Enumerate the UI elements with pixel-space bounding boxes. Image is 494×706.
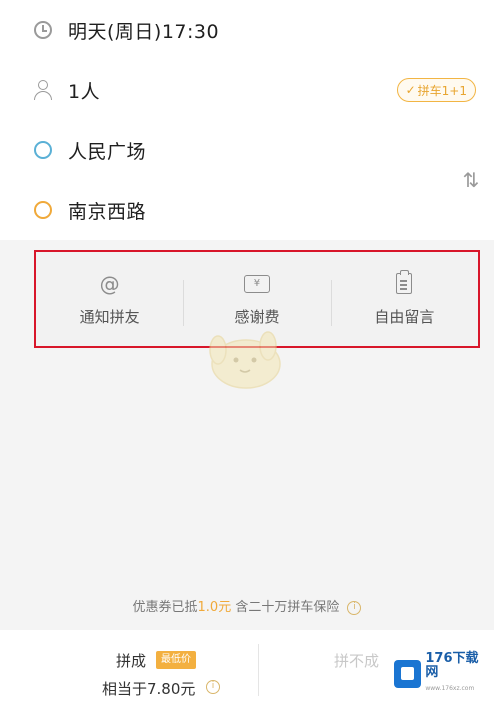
- coupon-hint-suffix: 含二十万拼车保险: [231, 600, 340, 615]
- origin-row[interactable]: 人民广场: [0, 120, 494, 180]
- watermark-sub: www.176xz.com: [425, 685, 475, 692]
- option-label: 通知拼友: [79, 307, 140, 326]
- fail-label: 拼不成: [334, 652, 380, 670]
- site-watermark: 176下载网 www.176xz.com: [394, 652, 490, 693]
- success-label: 拼成: [116, 652, 147, 670]
- departure-time: 明天(周日)17:30: [68, 20, 220, 43]
- option-label: 自由留言: [374, 307, 435, 326]
- destination-dot-icon: [32, 199, 54, 221]
- passenger-count: 1人: [68, 80, 101, 103]
- person-icon: [32, 79, 54, 101]
- mascot-watermark: [209, 331, 281, 389]
- coupon-hint-prefix: 优惠券已抵: [132, 600, 198, 615]
- price-info-icon[interactable]: i: [206, 680, 220, 694]
- notify-carpoolers-button[interactable]: @ 通知拼友: [36, 252, 183, 346]
- destination-text: 南京西路: [68, 200, 147, 223]
- at-icon: @: [99, 271, 120, 296]
- clipboard-icon: [396, 270, 413, 296]
- info-icon[interactable]: i: [347, 600, 362, 615]
- divider: [258, 644, 259, 696]
- clock-icon: [32, 19, 54, 41]
- success-price: 相当于7.80元: [102, 680, 196, 698]
- ticket-icon: ¥: [243, 272, 270, 296]
- coupon-amount: 1.0元: [197, 600, 232, 615]
- lowest-price-tag: 最低价: [156, 651, 196, 669]
- carpool-badge-label: 拼车1+1: [417, 83, 467, 98]
- time-row[interactable]: 明天(周日)17:30: [0, 0, 494, 60]
- trip-card: 明天(周日)17:30 1人 ✓ 拼车1+1 人民广场 南京西路 ⇅: [0, 0, 494, 240]
- success-price-option[interactable]: 拼成 最低价 相当于7.80元 i: [0, 630, 258, 706]
- origin-dot-icon: [32, 139, 54, 161]
- free-message-button[interactable]: 自由留言: [330, 252, 478, 346]
- watermark-text: 176下载网: [425, 651, 479, 680]
- origin-text: 人民广场: [68, 140, 147, 163]
- swap-icon[interactable]: ⇅: [460, 165, 482, 195]
- site-logo-icon: [394, 660, 422, 688]
- coupon-hint: 优惠券已抵1.0元 含二十万拼车保险 i: [0, 596, 494, 615]
- carpool-badge[interactable]: ✓ 拼车1+1: [396, 78, 476, 102]
- destination-row[interactable]: 南京西路: [0, 180, 494, 240]
- check-icon: ✓: [405, 83, 416, 97]
